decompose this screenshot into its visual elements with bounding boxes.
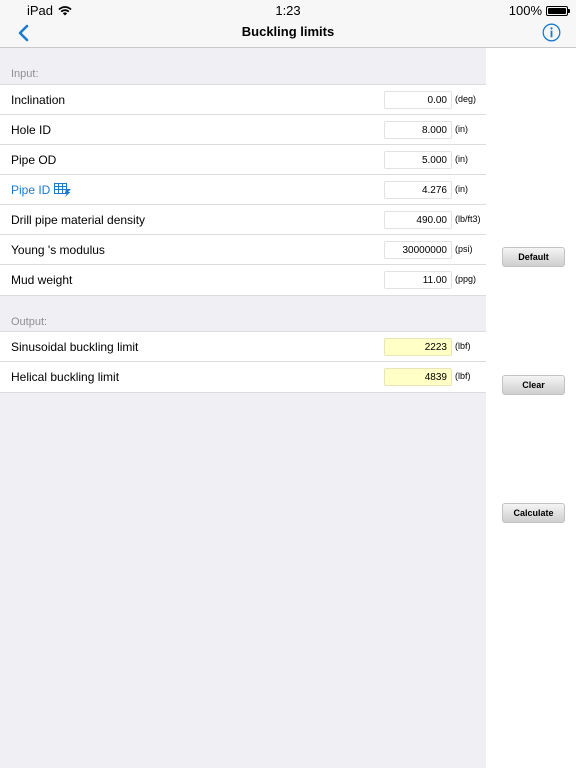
input-group: Inclination 0.00 (deg) Hole ID 8.000 (in… bbox=[0, 84, 486, 296]
inclination-label: Inclination bbox=[11, 93, 66, 107]
output-section-header: Output: bbox=[11, 316, 48, 328]
inclination-unit: (deg) bbox=[455, 94, 477, 104]
default-button[interactable]: Default bbox=[502, 247, 565, 267]
pipe-id-unit: (in) bbox=[455, 184, 468, 194]
output-group: Sinusoidal buckling limit 2223 (lbf) Hel… bbox=[0, 331, 486, 393]
output-row-helical: Helical buckling limit 4839 (lbf) bbox=[0, 362, 486, 392]
input-row-hole-id: Hole ID 8.000 (in) bbox=[0, 115, 486, 145]
pipe-table-icon[interactable] bbox=[54, 183, 72, 197]
hole-id-label: Hole ID bbox=[11, 123, 52, 137]
status-time: 1:23 bbox=[275, 3, 301, 18]
input-row-inclination: Inclination 0.00 (deg) bbox=[0, 85, 486, 115]
pipe-od-field[interactable]: 5.000 bbox=[384, 151, 452, 169]
calculate-button[interactable]: Calculate bbox=[502, 503, 565, 523]
helical-unit: (lbf) bbox=[455, 371, 471, 381]
output-row-sinusoidal: Sinusoidal buckling limit 2223 (lbf) bbox=[0, 332, 486, 362]
status-bar: iPad 1:23 100% bbox=[0, 0, 576, 20]
mud-weight-unit: (ppg) bbox=[455, 274, 477, 284]
pipe-id-link[interactable]: Pipe ID bbox=[11, 183, 50, 197]
navigation-bar: Buckling limits bbox=[0, 20, 576, 48]
battery-percent: 100% bbox=[508, 3, 542, 18]
input-row-mud-weight: Mud weight 11.00 (ppg) bbox=[0, 265, 486, 295]
inclination-field[interactable]: 0.00 bbox=[384, 91, 452, 109]
youngs-modulus-field[interactable]: 30000000 bbox=[384, 241, 452, 259]
input-row-pipe-id: Pipe ID 4.276 (in) bbox=[0, 175, 486, 205]
input-row-material-density: Drill pipe material density 490.00 (lb/f… bbox=[0, 205, 486, 235]
input-row-pipe-od: Pipe OD 5.000 (in) bbox=[0, 145, 486, 175]
mud-weight-label: Mud weight bbox=[11, 273, 73, 287]
pipe-id-field[interactable]: 4.276 bbox=[384, 181, 452, 199]
clear-button[interactable]: Clear bbox=[502, 375, 565, 395]
helical-label: Helical buckling limit bbox=[11, 370, 120, 384]
input-section-header: Input: bbox=[11, 68, 39, 80]
sinusoidal-label: Sinusoidal buckling limit bbox=[11, 340, 139, 354]
material-density-field[interactable]: 490.00 bbox=[384, 211, 452, 229]
hole-id-field[interactable]: 8.000 bbox=[384, 121, 452, 139]
battery-icon bbox=[546, 5, 570, 16]
mud-weight-field[interactable]: 11.00 bbox=[384, 271, 452, 289]
pipe-od-unit: (in) bbox=[455, 154, 468, 164]
page-title: Buckling limits bbox=[241, 24, 335, 39]
sinusoidal-unit: (lbf) bbox=[455, 341, 471, 351]
action-sidebar bbox=[486, 48, 576, 768]
sinusoidal-value: 2223 bbox=[384, 338, 452, 356]
youngs-modulus-unit: (psi) bbox=[455, 244, 473, 254]
helical-value: 4839 bbox=[384, 368, 452, 386]
info-icon[interactable] bbox=[542, 23, 561, 42]
material-density-label: Drill pipe material density bbox=[11, 213, 146, 227]
pipe-od-label: Pipe OD bbox=[11, 153, 57, 167]
material-density-unit: (lb/ft3) bbox=[455, 214, 481, 224]
hole-id-unit: (in) bbox=[455, 124, 468, 134]
input-row-youngs-modulus: Young 's modulus 30000000 (psi) bbox=[0, 235, 486, 265]
youngs-modulus-label: Young 's modulus bbox=[11, 243, 105, 257]
